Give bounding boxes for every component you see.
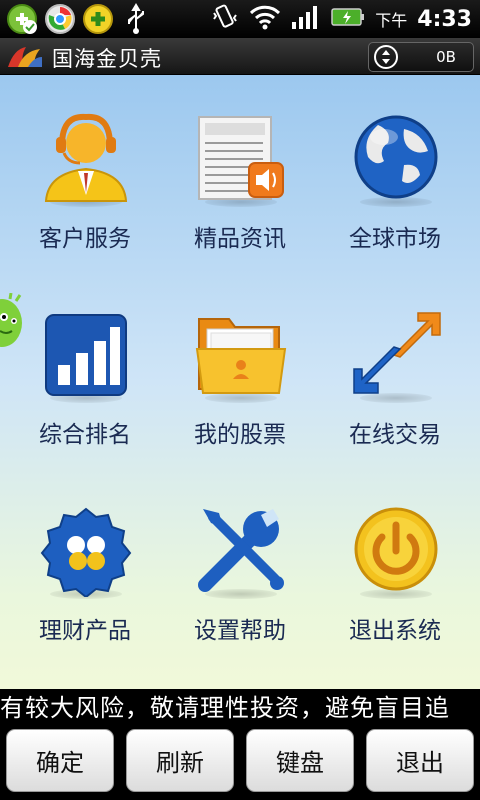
refresh-button[interactable]: 刷新 [126,729,234,792]
customer-service-icon [44,113,128,202]
browser-icon[interactable] [44,3,76,35]
settings-tools-icon [198,509,284,592]
app-logo-icon [8,47,42,67]
menu-customer-service[interactable]: 客户服务 [0,75,160,271]
menu-settings-help[interactable]: 设置帮助 [155,467,315,663]
menu-ranking[interactable]: 综合排名 [0,271,160,467]
vibrate-icon [211,3,239,35]
menu-label: 综合排名 [39,422,131,448]
wifi-icon [249,4,281,34]
app-title: 国海金贝壳 [52,47,162,71]
app-title-bar: 国海金贝壳 0B [0,38,480,75]
risk-warning-ticker: 有较大风险，敬请理性投资，避免盲目追 [0,689,480,727]
menu-label: 客户服务 [39,226,131,252]
signal-icon [291,4,321,34]
app-add-check-icon[interactable] [6,3,38,35]
traffic-counter[interactable]: 0B [368,42,474,72]
keyboard-button[interactable]: 键盘 [246,729,354,792]
menu-global-market[interactable]: 全球市场 [310,75,470,271]
menu-wealth-products[interactable]: 理财产品 [0,467,160,663]
power-icon [354,507,438,591]
confirm-button[interactable]: 确定 [6,729,114,792]
menu-label: 退出系统 [349,618,441,644]
traffic-value: 0B [436,48,456,66]
status-ampm: 下午 [375,11,408,30]
status-bar: 下午 4:33 [0,0,480,38]
usb-icon [120,3,152,35]
menu-online-trade[interactable]: 在线交易 [310,271,470,467]
menu-label: 在线交易 [349,422,441,448]
menu-grid: 客户服务 精品资讯 全球市场 综合排名 我的股票 在线交易 理财产品 设置帮助 … [0,75,480,689]
menu-label: 理财产品 [39,618,131,644]
menu-label: 我的股票 [194,422,286,448]
menu-label: 精品资讯 [194,226,286,252]
menu-label: 设置帮助 [194,618,286,644]
trade-arrows-icon [353,312,441,394]
menu-label: 全球市场 [349,226,441,252]
menu-news[interactable]: 精品资讯 [155,75,315,271]
information-news-icon [198,116,284,200]
wealth-product-icon [40,507,132,597]
traffic-arrows-icon [374,45,398,69]
main-menu-area: 客户服务 精品资讯 全球市场 综合排名 我的股票 在线交易 理财产品 设置帮助 … [0,75,480,689]
menu-exit-system[interactable]: 退出系统 [310,467,470,663]
exit-button[interactable]: 退出 [366,729,474,792]
app-add-icon[interactable] [82,3,114,35]
menu-my-stocks[interactable]: 我的股票 [155,271,315,467]
battery-charging-icon [331,6,365,32]
status-time: 4:33 [417,6,472,32]
globe-icon [354,115,438,199]
bottom-toolbar: 确定 刷新 键盘 退出 [0,727,480,800]
bar-chart-icon [45,314,127,396]
folder-icon [195,318,287,394]
